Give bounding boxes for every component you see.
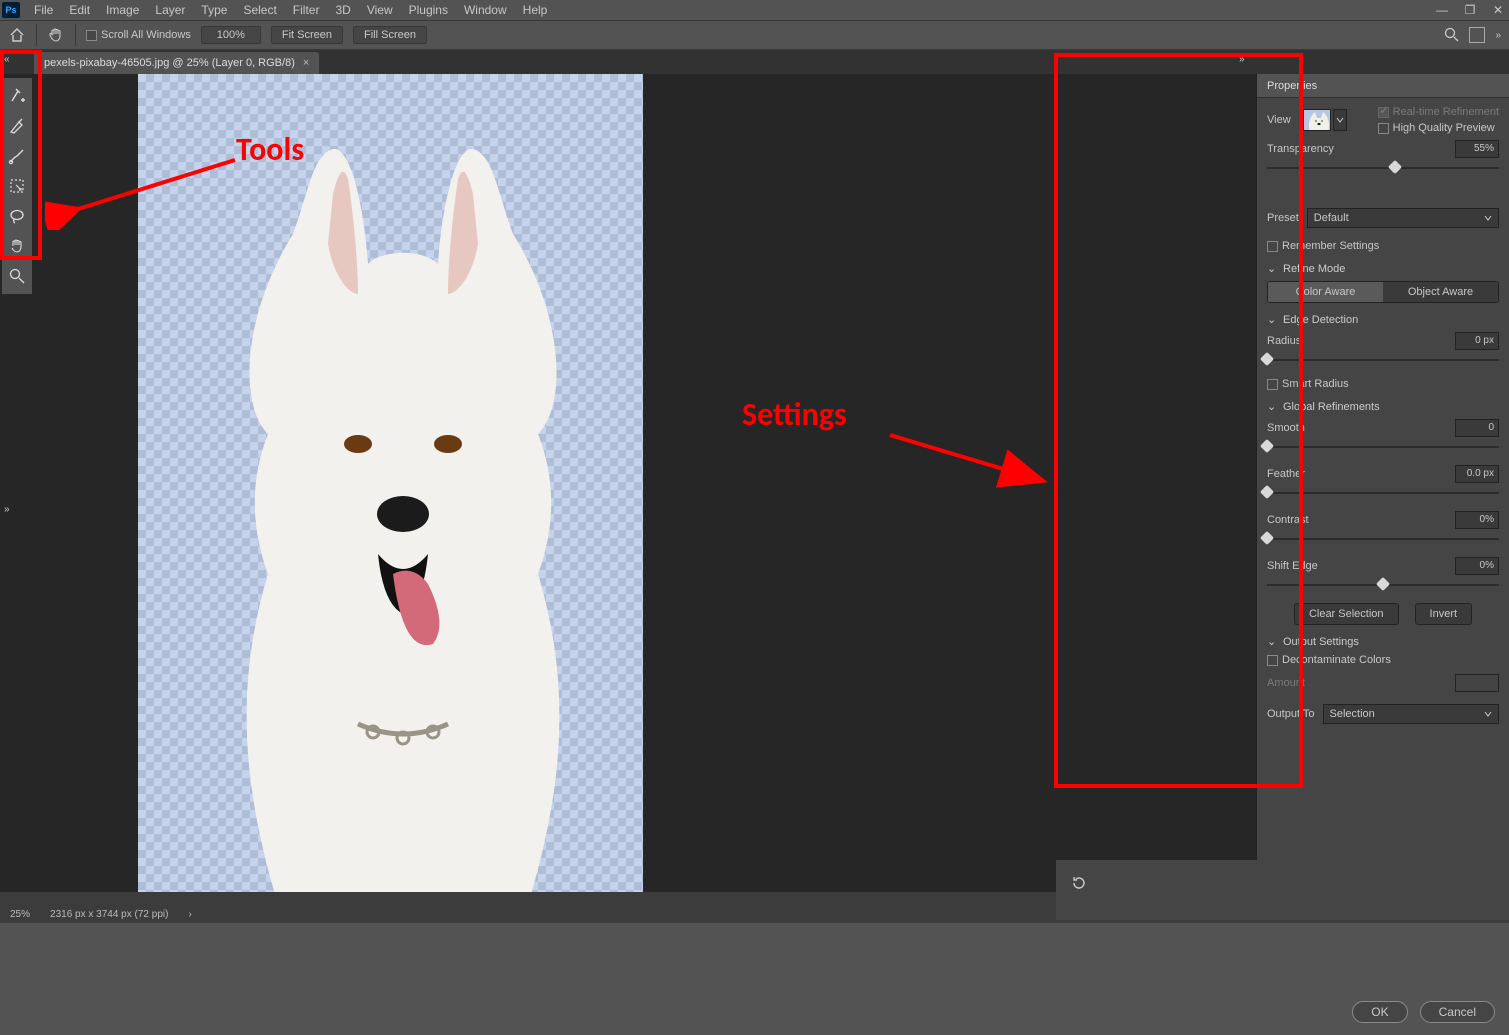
window-close-icon[interactable]: ✕: [1491, 3, 1505, 17]
menu-type[interactable]: Type: [193, 0, 235, 20]
panel-expand-icon[interactable]: »: [4, 504, 16, 515]
workspace-switcher-icon[interactable]: [1469, 27, 1485, 43]
radius-input[interactable]: 0 px: [1455, 332, 1499, 350]
status-dimensions: 2316 px x 3744 px (72 ppi): [50, 909, 168, 920]
view-thumbnail[interactable]: [1303, 109, 1331, 131]
app-logo-icon: Ps: [2, 2, 20, 18]
hand-tool-icon[interactable]: [47, 26, 65, 44]
realtime-label: Real-time Refinement: [1393, 106, 1499, 118]
fill-screen-button[interactable]: Fill Screen: [353, 26, 427, 44]
zoom-tool-icon[interactable]: [5, 264, 29, 288]
menu-help[interactable]: Help: [515, 0, 556, 20]
menu-select[interactable]: Select: [235, 0, 284, 20]
menu-filter[interactable]: Filter: [285, 0, 328, 20]
preset-dropdown[interactable]: Default: [1307, 208, 1499, 228]
options-bar: Scroll All Windows 100% Fit Screen Fill …: [0, 20, 1509, 50]
invert-button[interactable]: Invert: [1415, 603, 1473, 625]
hq-preview-label: High Quality Preview: [1393, 122, 1495, 134]
annotation-tools-arrow-icon: [45, 140, 245, 230]
zoom-100-button[interactable]: 100%: [201, 26, 261, 44]
fit-screen-button[interactable]: Fit Screen: [271, 26, 343, 44]
annotation-settings-arrow-icon: [880, 415, 1060, 495]
scroll-all-windows-checkbox[interactable]: Scroll All Windows: [86, 29, 191, 41]
view-mode-dropdown[interactable]: [1333, 109, 1347, 131]
menu-edit[interactable]: Edit: [61, 0, 98, 20]
menu-layer[interactable]: Layer: [147, 0, 193, 20]
realtime-refinement-checkbox: ✓Real-time Refinement: [1378, 106, 1499, 118]
menu-plugins[interactable]: Plugins: [401, 0, 456, 20]
scroll-all-label: Scroll All Windows: [101, 29, 191, 41]
home-icon[interactable]: [8, 26, 26, 44]
document-tab-label: pexels-pixabay-46505.jpg @ 25% (Layer 0,…: [44, 57, 295, 69]
contrast-input[interactable]: 0%: [1455, 511, 1499, 529]
preset-value: Default: [1314, 212, 1349, 224]
dog-image: [198, 134, 583, 904]
separator: [75, 24, 76, 46]
menu-view[interactable]: View: [359, 0, 401, 20]
output-to-value: Selection: [1330, 708, 1375, 720]
transparency-input[interactable]: 55%: [1455, 140, 1499, 158]
annotation-tools-label: Tools: [236, 130, 304, 169]
annotation-settings-label: Settings: [742, 395, 847, 434]
output-to-dropdown[interactable]: Selection: [1323, 704, 1500, 724]
menu-file[interactable]: File: [26, 0, 61, 20]
menu-window[interactable]: Window: [456, 0, 515, 20]
chevrons-icon[interactable]: »: [1495, 30, 1501, 41]
search-icon[interactable]: [1443, 26, 1459, 45]
amount-input: [1455, 674, 1499, 692]
status-zoom[interactable]: 25%: [10, 909, 30, 920]
menu-bar: Ps File Edit Image Layer Type Select Fil…: [0, 0, 1509, 20]
separator: [36, 24, 37, 46]
clear-selection-button[interactable]: Clear Selection: [1294, 603, 1399, 625]
panel-footer: [1056, 860, 1509, 920]
annotation-tools-box: [0, 50, 42, 260]
status-chevron-icon[interactable]: ›: [188, 909, 191, 920]
menu-3d[interactable]: 3D: [327, 0, 358, 20]
close-tab-icon[interactable]: ×: [303, 57, 309, 69]
annotation-settings-box: [1054, 53, 1303, 788]
high-quality-preview-checkbox[interactable]: High Quality Preview: [1378, 122, 1499, 134]
smooth-input[interactable]: 0: [1455, 419, 1499, 437]
feather-input[interactable]: 0.0 px: [1455, 465, 1499, 483]
menu-image[interactable]: Image: [98, 0, 147, 20]
window-restore-icon[interactable]: ❐: [1463, 3, 1477, 17]
shift-edge-input[interactable]: 0%: [1455, 557, 1499, 575]
ok-button[interactable]: OK: [1352, 1001, 1407, 1023]
cancel-button[interactable]: Cancel: [1420, 1001, 1495, 1023]
reset-icon[interactable]: [1070, 874, 1088, 892]
document-tab[interactable]: pexels-pixabay-46505.jpg @ 25% (Layer 0,…: [34, 52, 319, 74]
window-minimize-icon[interactable]: —: [1435, 3, 1449, 17]
object-aware-button[interactable]: Object Aware: [1383, 282, 1498, 302]
